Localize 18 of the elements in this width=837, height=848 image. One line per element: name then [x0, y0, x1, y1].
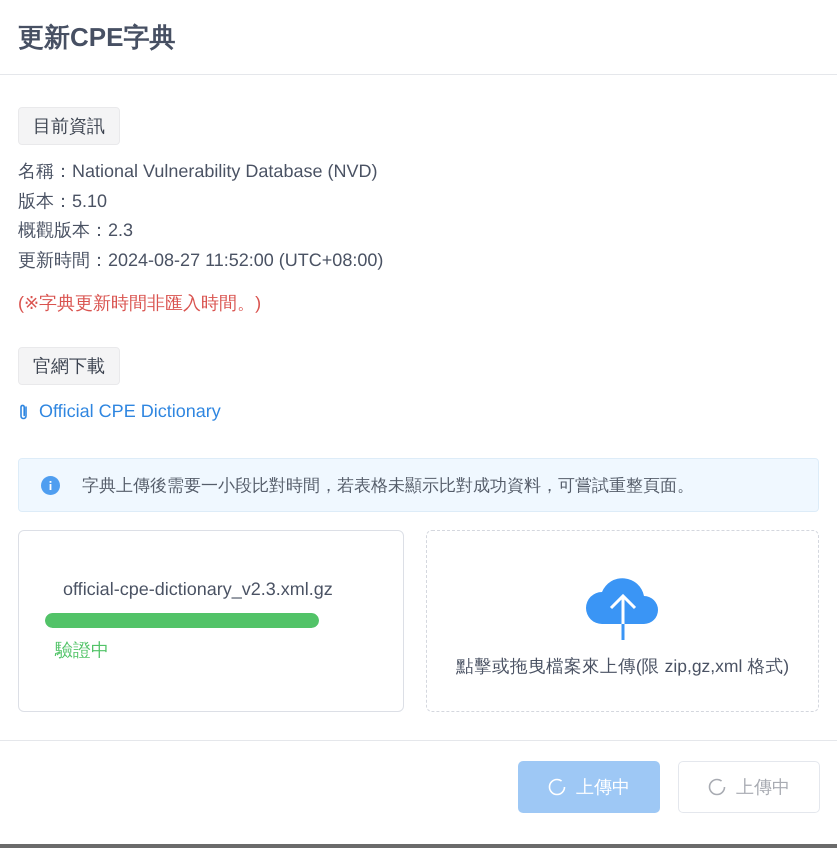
status-text: 驗證中 — [55, 639, 110, 662]
section-tag: 官網下載 — [18, 347, 120, 385]
upload-dropzone[interactable]: 點擊或拖曳檔案來上傳(限 zip,gz,xml 格式) — [426, 530, 819, 712]
info-icon — [41, 476, 60, 494]
loading-icon — [548, 778, 566, 796]
dictionary-link[interactable]: Official CPE Dictionary — [18, 401, 221, 422]
note-text: (※字典更新時間非匯入時間。) — [18, 292, 262, 315]
loading-icon — [708, 778, 726, 796]
info-line: 更新時間：2024-08-27 11:52:00 (UTC+08:00) — [18, 248, 384, 272]
paperclip-icon — [18, 402, 29, 420]
dialog-title: 更新CPE字典 — [18, 20, 176, 54]
section-tag: 目前資訊 — [18, 107, 120, 145]
file-name: official-cpe-dictionary_v2.3.xml.gz — [63, 579, 334, 600]
dropzone-text: 點擊或拖曳檔案來上傳(限 zip,gz,xml 格式) — [456, 655, 790, 678]
info-line: 名稱：National Vulnerability Database (NVD) — [18, 160, 378, 183]
info-line: 概觀版本：2.3 — [18, 219, 134, 242]
info-line: 版本：5.10 — [18, 190, 108, 212]
alert-text: 字典上傳後需要一小段比對時間，若表格未顯示比對成功資料，可嘗試重整頁面。 — [82, 474, 694, 496]
